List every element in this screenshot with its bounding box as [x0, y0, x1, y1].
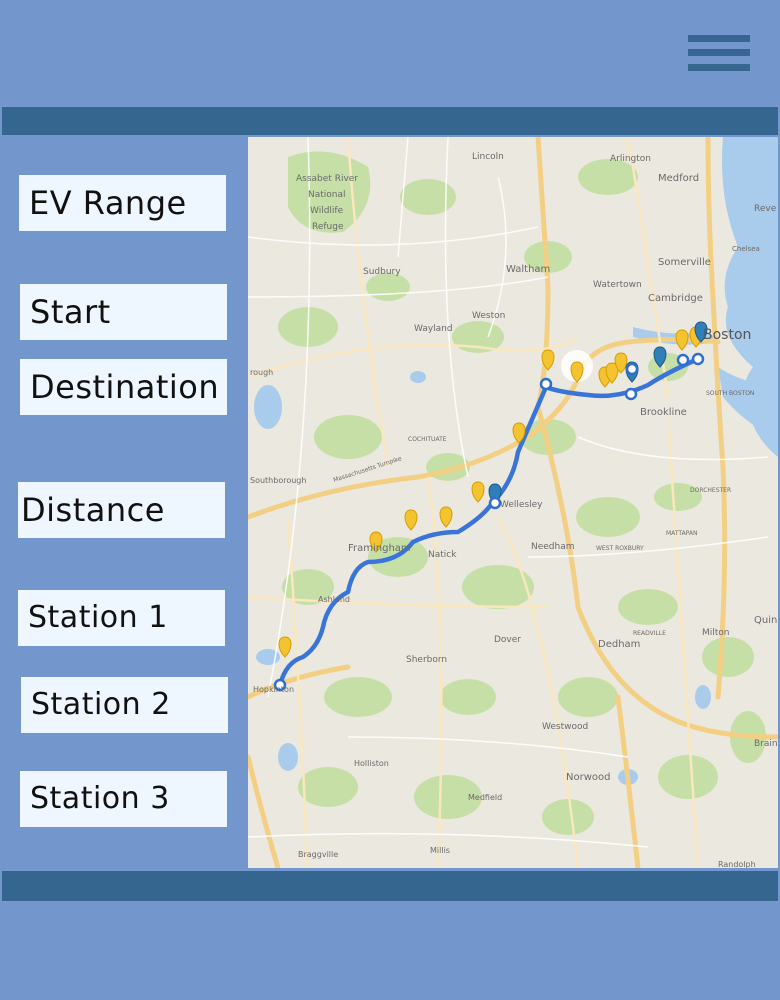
map-label: Wayland — [414, 324, 453, 334]
route-stop-point[interactable] — [625, 362, 639, 376]
map-label: Ashland — [318, 595, 350, 604]
start-field[interactable]: Start — [20, 284, 227, 340]
map-label: MATTAPAN — [666, 530, 698, 537]
route-stop-point[interactable] — [488, 496, 502, 510]
map-label: Weston — [472, 311, 505, 321]
map-canvas: Lincoln Arlington Medford Assabet River … — [248, 137, 778, 868]
map-label: Hopkinton — [253, 685, 294, 694]
map-label: National — [308, 190, 346, 200]
map-label: SOUTH BOSTON — [706, 390, 754, 397]
ev-range-field[interactable]: EV Range — [19, 175, 226, 231]
map-label: Waltham — [506, 264, 550, 275]
map-label: DORCHESTER — [690, 487, 731, 494]
map-label: Randolph — [718, 860, 756, 868]
map-label: Sherborn — [406, 655, 447, 665]
map-label: Boston — [703, 327, 751, 343]
map-label: Cambridge — [648, 293, 703, 304]
top-divider-band — [2, 107, 778, 135]
route-stop-point[interactable] — [624, 387, 638, 401]
map-label: Westwood — [542, 722, 588, 732]
map-label: Braint — [754, 739, 778, 749]
map-label: Assabet River — [296, 174, 358, 184]
map-label: Milton — [702, 628, 730, 638]
map-label: Brookline — [640, 407, 687, 418]
route-map[interactable]: Lincoln Arlington Medford Assabet River … — [248, 137, 778, 868]
map-label: Norwood — [566, 772, 610, 783]
map-label: Wellesley — [500, 500, 543, 510]
route-stop-point[interactable] — [676, 353, 690, 367]
map-label: READVILLE — [633, 630, 666, 637]
station-1-field[interactable]: Station 1 — [18, 590, 225, 646]
map-label: Wildlife — [310, 206, 344, 216]
map-label: Refuge — [312, 222, 344, 232]
map-label: COCHITUATE — [408, 436, 447, 443]
map-label: Sudbury — [363, 267, 401, 277]
map-label: Chelsea — [732, 245, 760, 253]
bottom-divider-band — [2, 871, 778, 901]
map-label: Medford — [658, 173, 699, 184]
map-label: Quin — [754, 615, 777, 626]
route-end-point[interactable] — [691, 352, 705, 366]
route-stop-point[interactable] — [539, 377, 553, 391]
map-label: rough — [250, 368, 273, 377]
map-label: Millis — [430, 846, 450, 855]
map-label: Natick — [428, 550, 457, 560]
station-3-field[interactable]: Station 3 — [20, 771, 227, 827]
map-label: Medfield — [468, 793, 502, 802]
map-label: Dover — [494, 635, 521, 645]
menu-bar-middle — [688, 49, 750, 56]
menu-bar-bottom — [688, 64, 750, 71]
map-label: Dedham — [598, 639, 640, 650]
map-label: Reve — [754, 204, 777, 214]
map-label: Lincoln — [472, 152, 504, 162]
map-label: Somerville — [658, 257, 711, 268]
map-label: Framingham — [348, 543, 411, 554]
app-footer — [2, 902, 778, 998]
menu-bar-top — [688, 35, 750, 42]
sidebar: EV Range Start Destination Distance Stat… — [2, 137, 247, 870]
destination-field[interactable]: Destination — [20, 359, 227, 415]
map-label: Needham — [531, 542, 575, 552]
map-label: Holliston — [354, 759, 389, 768]
map-label: WEST ROXBURY — [596, 545, 644, 552]
app-header — [2, 2, 778, 106]
map-label: Braggville — [298, 850, 338, 859]
distance-field[interactable]: Distance — [18, 482, 225, 538]
hamburger-menu-icon[interactable] — [686, 32, 750, 74]
station-2-field[interactable]: Station 2 — [21, 677, 228, 733]
map-label: Arlington — [610, 154, 651, 164]
map-label: Watertown — [593, 280, 642, 290]
map-label: Southborough — [250, 476, 306, 485]
